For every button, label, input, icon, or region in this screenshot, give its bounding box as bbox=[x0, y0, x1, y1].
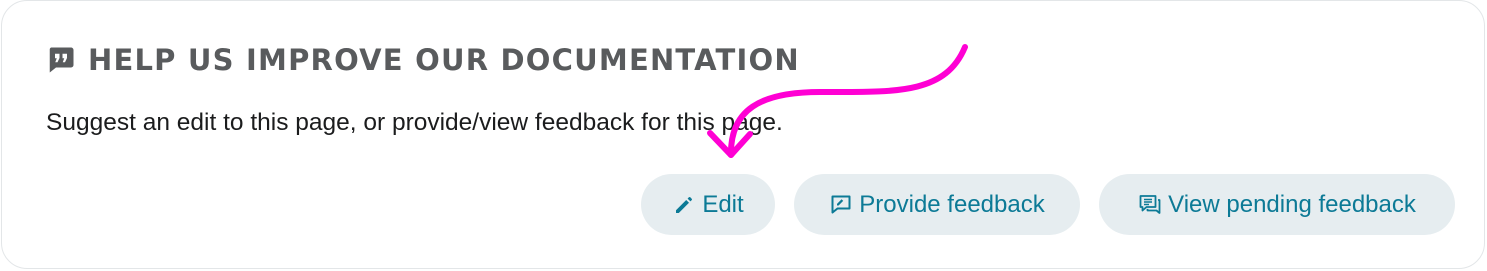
edit-button[interactable]: Edit bbox=[641, 174, 775, 235]
card-title: HELP US IMPROVE OUR DOCUMENTATION bbox=[88, 43, 800, 77]
provide-feedback-label: Provide feedback bbox=[859, 190, 1045, 218]
messages-icon bbox=[1138, 193, 1162, 217]
pencil-icon bbox=[672, 193, 696, 217]
card-heading: HELP US IMPROVE OUR DOCUMENTATION bbox=[46, 43, 800, 77]
card-description: Suggest an edit to this page, or provide… bbox=[46, 109, 783, 136]
edit-button-label: Edit bbox=[702, 190, 744, 218]
feedback-bubble-icon bbox=[829, 193, 853, 217]
view-pending-feedback-label: View pending feedback bbox=[1168, 190, 1416, 218]
quote-speech-bubble-icon bbox=[46, 45, 76, 75]
view-pending-feedback-button[interactable]: View pending feedback bbox=[1099, 174, 1455, 235]
feedback-card: HELP US IMPROVE OUR DOCUMENTATION Sugges… bbox=[1, 0, 1485, 269]
provide-feedback-button[interactable]: Provide feedback bbox=[794, 174, 1080, 235]
